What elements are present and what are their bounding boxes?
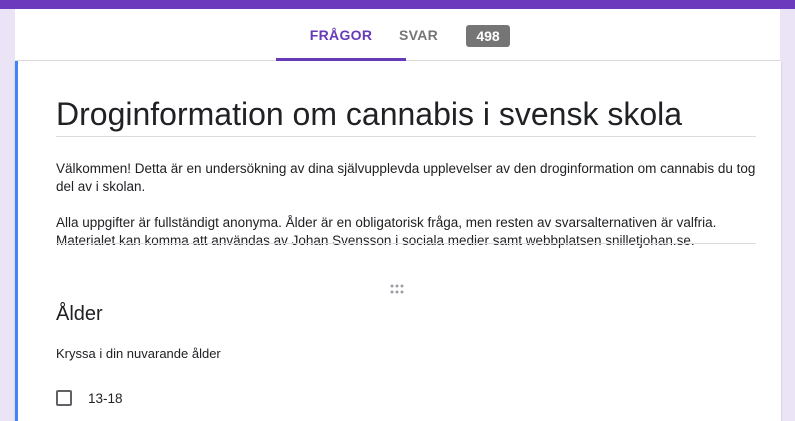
tabs-bar: FRÅGOR SVAR 498 (15, 9, 780, 61)
description-paragraph: Alla uppgifter är fullständigt anonyma. … (56, 215, 717, 248)
tab-questions-label: FRÅGOR (309, 26, 373, 43)
form-title[interactable]: Droginformation om cannabis i svensk sko… (56, 93, 756, 135)
option-label: 13-18 (88, 390, 123, 406)
question-title: Ålder (56, 303, 103, 325)
description-paragraph: Välkommen! Detta är en undersökning av d… (56, 161, 756, 194)
drag-handle-icon[interactable] (389, 284, 405, 294)
checkbox[interactable] (56, 390, 72, 406)
card-focus-indicator (15, 61, 18, 421)
title-underline (56, 136, 756, 137)
checkbox-option[interactable]: 13-18 (56, 390, 123, 406)
tab-responses-label: SVAR (399, 26, 439, 43)
form-description[interactable]: Välkommen! Detta är en undersökning av d… (56, 160, 756, 250)
description-underline (56, 243, 756, 244)
question-help-text: Kryssa i din nuvarande ålder (56, 346, 221, 361)
form-card: Droginformation om cannabis i svensk sko… (15, 61, 781, 421)
responses-count-badge: 498 (466, 25, 510, 47)
tab-questions[interactable]: FRÅGOR (276, 9, 406, 61)
header-color-band (0, 0, 795, 9)
